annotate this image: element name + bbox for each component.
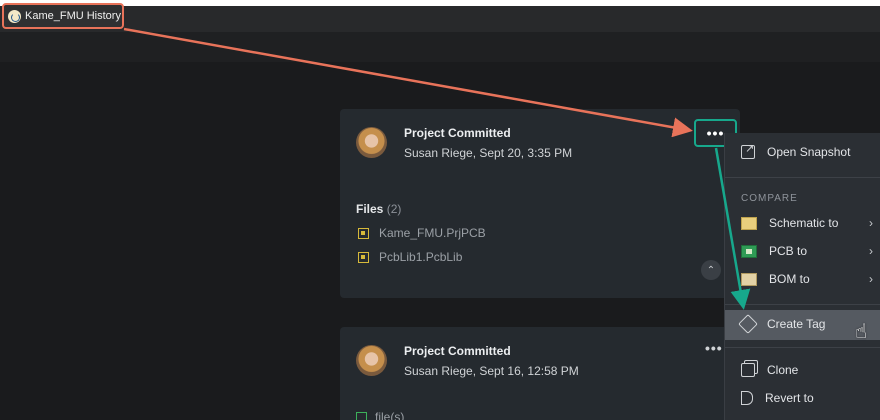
arrow-options-to-create-tag [714,147,751,310]
arrow-tab-to-options [123,27,693,138]
annotation-arrows [123,27,751,310]
